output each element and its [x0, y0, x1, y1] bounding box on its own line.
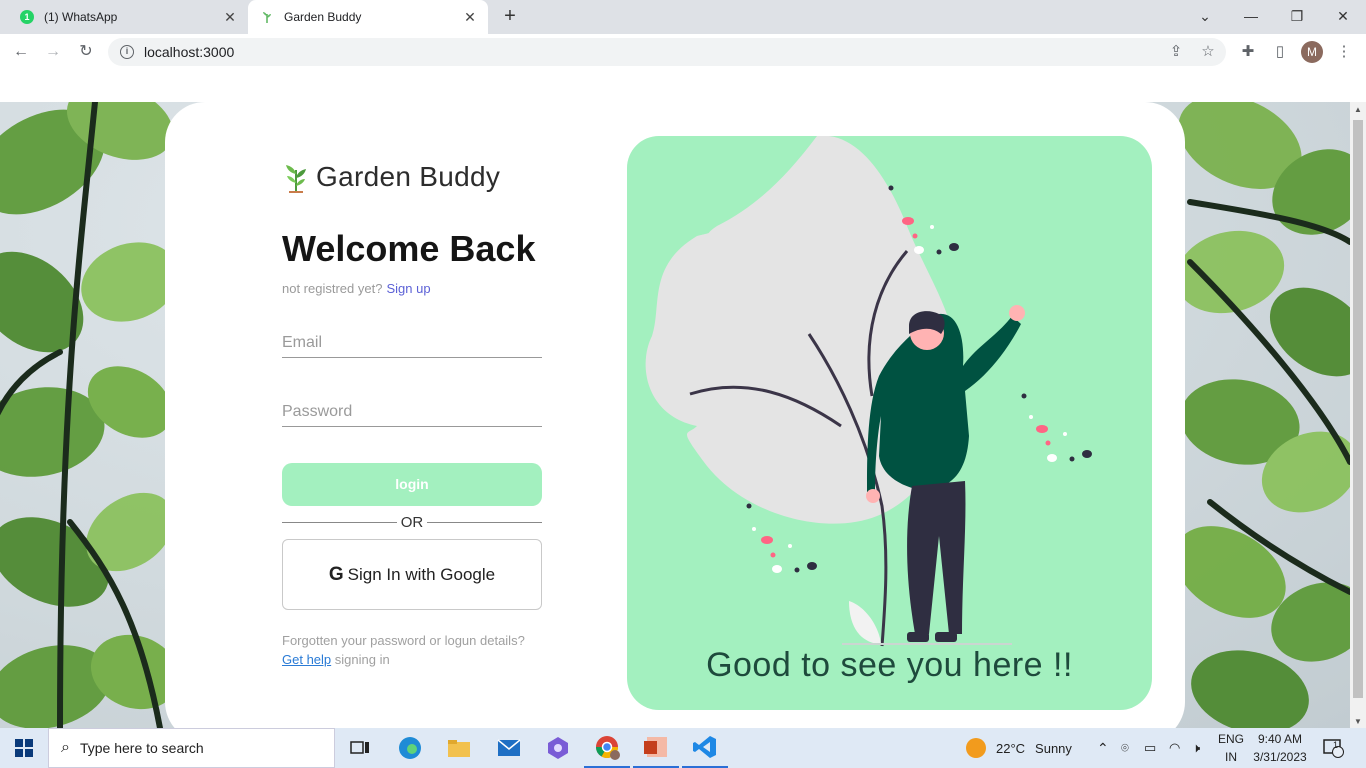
- restore-button[interactable]: ❐: [1282, 4, 1312, 28]
- windows-logo-icon: [15, 739, 33, 757]
- tab-search-icon[interactable]: ⌄: [1190, 4, 1220, 28]
- sun-icon: [966, 738, 986, 758]
- signup-link[interactable]: Sign up: [386, 281, 430, 296]
- reload-button[interactable]: ↻: [74, 40, 98, 64]
- system-clock[interactable]: 9:40 AM 3/31/2023: [1252, 730, 1308, 766]
- powerpoint-icon[interactable]: [633, 728, 679, 768]
- scroll-up-arrow-icon[interactable]: ▲: [1353, 105, 1363, 114]
- search-icon: ⌕: [61, 739, 70, 756]
- battery-icon[interactable]: ▭: [1144, 728, 1156, 768]
- sprout-icon: [260, 10, 274, 24]
- scroll-down-arrow-icon[interactable]: ▼: [1353, 717, 1363, 726]
- divider-line: [282, 522, 397, 523]
- forgot-text: Forgotten your password or logun details…: [282, 633, 525, 648]
- brand-name: Garden Buddy: [316, 161, 501, 192]
- email-input[interactable]: [282, 328, 542, 357]
- tab-title: (1) WhatsApp: [44, 10, 118, 24]
- brand-logo: Garden Buddy: [282, 160, 500, 194]
- browser-toolbar: ← → ↻ i localhost:3000 ⇪ ☆ ✚ ▯ M ⋮: [0, 34, 1366, 70]
- get-help-link[interactable]: Get help: [282, 652, 331, 667]
- url-text: localhost:3000: [144, 44, 235, 60]
- password-field[interactable]: [282, 397, 542, 427]
- mail-icon[interactable]: [486, 728, 532, 768]
- forward-button[interactable]: →: [41, 40, 65, 64]
- weather-widget[interactable]: 22°C Sunny: [966, 728, 1072, 768]
- file-explorer-icon[interactable]: [436, 728, 482, 768]
- clock-date: 3/31/2023: [1253, 750, 1307, 764]
- back-button[interactable]: ←: [9, 40, 33, 64]
- chrome-browser-icon[interactable]: [584, 728, 630, 768]
- close-icon[interactable]: ✕: [458, 9, 482, 26]
- windows-taskbar: ⌕ Type here to search 22°C Sunny ⌃ ⌾ ▭ ◠…: [0, 728, 1366, 768]
- google-signin-label: Sign In with Google: [347, 564, 496, 584]
- scrollbar-thumb[interactable]: [1353, 120, 1363, 698]
- tab-title: Garden Buddy: [284, 10, 362, 24]
- signup-prompt-text: not registred yet?: [282, 281, 383, 296]
- edge-browser-icon[interactable]: [387, 728, 433, 768]
- forgot-password-text: Forgotten your password or logun details…: [282, 631, 542, 669]
- tab-garden-buddy[interactable]: Garden Buddy ✕: [248, 0, 488, 34]
- search-placeholder: Type here to search: [79, 740, 204, 756]
- whatsapp-icon: 1: [20, 10, 34, 24]
- browser-tab-bar: 1 (1) WhatsApp ✕ Garden Buddy ✕ + ⌄ — ❐ …: [0, 0, 1366, 34]
- side-panel-icon[interactable]: ▯: [1268, 40, 1292, 64]
- divider-line: [427, 522, 542, 523]
- sprout-icon: [286, 165, 306, 193]
- notification-center-icon[interactable]: 1: [1322, 728, 1344, 768]
- weather-temp: 22°C: [996, 740, 1026, 756]
- login-card: Garden Buddy Welcome Back not registred …: [165, 102, 1185, 728]
- google-signin-button[interactable]: G Sign In with Google: [282, 539, 542, 610]
- extensions-icon[interactable]: ✚: [1236, 40, 1260, 64]
- minimize-button[interactable]: —: [1236, 4, 1266, 28]
- google-icon: G: [328, 563, 344, 585]
- taskbar-search-box[interactable]: ⌕ Type here to search: [48, 728, 335, 768]
- email-field[interactable]: [282, 328, 542, 358]
- page-title: Welcome Back: [282, 228, 536, 269]
- profile-avatar[interactable]: M: [1301, 41, 1323, 63]
- clock-time: 9:40 AM: [1257, 732, 1303, 746]
- password-input[interactable]: [282, 397, 542, 426]
- input-language[interactable]: ENG IN: [1214, 730, 1248, 766]
- copilot-app-icon[interactable]: [535, 728, 581, 768]
- menu-kebab-icon[interactable]: ⋮: [1332, 40, 1356, 64]
- close-icon[interactable]: ✕: [218, 9, 242, 26]
- volume-muted-icon[interactable]: 🕨: [1192, 728, 1200, 768]
- signup-prompt: not registred yet? Sign up: [282, 281, 431, 296]
- tab-whatsapp[interactable]: 1 (1) WhatsApp ✕: [8, 0, 248, 34]
- start-button[interactable]: [0, 728, 48, 768]
- forgot-text-end: signing in: [334, 652, 390, 667]
- close-window-button[interactable]: ✕: [1328, 4, 1358, 28]
- share-icon[interactable]: ⇪: [1164, 40, 1188, 64]
- bookmark-star-icon[interactable]: ☆: [1196, 40, 1220, 64]
- or-divider: OR: [282, 514, 542, 531]
- hidden-icons-chevron-icon[interactable]: ⌃: [1097, 728, 1109, 768]
- site-info-icon[interactable]: i: [120, 45, 134, 59]
- new-tab-button[interactable]: +: [498, 5, 522, 29]
- person-with-plant-illustration: [645, 136, 1092, 647]
- welcome-tagline: Good to see you here !!: [706, 646, 1073, 684]
- meet-now-icon[interactable]: ⌾: [1121, 728, 1129, 768]
- address-bar[interactable]: i localhost:3000: [108, 38, 1226, 66]
- or-label: OR: [397, 514, 427, 531]
- lang-region: IN: [1225, 750, 1237, 764]
- wifi-icon[interactable]: ◠: [1169, 728, 1180, 768]
- vertical-scrollbar[interactable]: ▲ ▼: [1350, 102, 1366, 728]
- task-view-icon[interactable]: [337, 728, 383, 768]
- notification-count: 1: [1333, 740, 1339, 750]
- login-button[interactable]: login: [282, 463, 542, 506]
- welcome-illustration-panel: Good to see you here !!: [627, 136, 1152, 710]
- weather-desc: Sunny: [1035, 740, 1072, 756]
- lang-primary: ENG: [1217, 732, 1244, 746]
- page-viewport: Garden Buddy Welcome Back not registred …: [0, 102, 1350, 728]
- vscode-icon[interactable]: [682, 728, 728, 768]
